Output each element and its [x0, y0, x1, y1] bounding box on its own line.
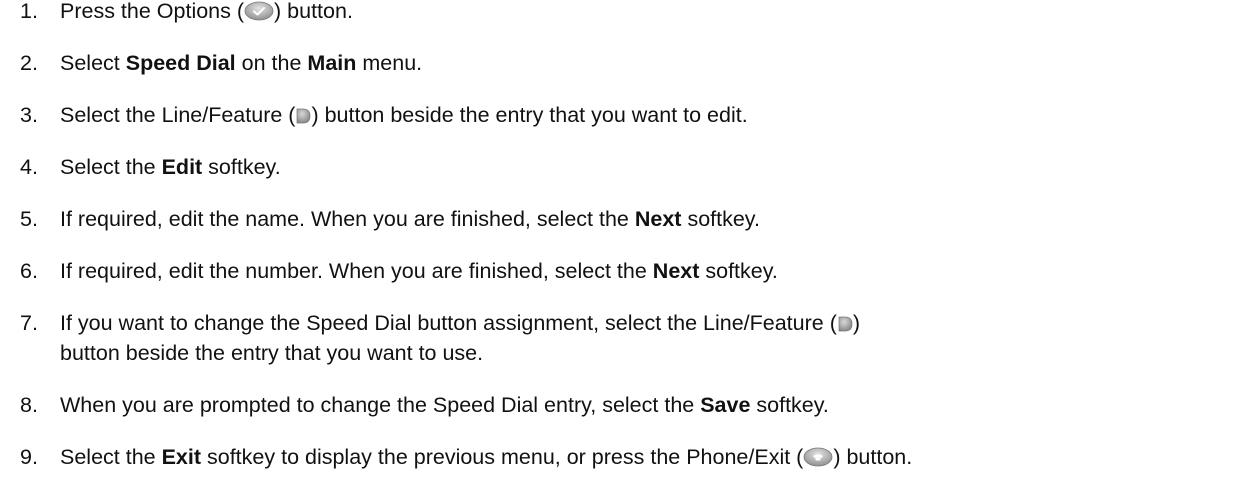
step-number: 6. [20, 259, 38, 283]
step-number: 9. [20, 445, 38, 469]
step-text: Select the Edit softkey. [60, 152, 281, 182]
step-text-segment: Press the Options ( [60, 0, 245, 23]
step-number: 4. [20, 155, 38, 179]
step-text: Select the Exit softkey to display the p… [60, 442, 912, 472]
step-text-segment: If required, edit the name. When you are… [60, 207, 635, 231]
step-text-segment: on the [235, 51, 308, 75]
step-text-segment: Select the [60, 155, 162, 179]
step-text-continuation: button beside the entry that you want to… [60, 341, 484, 365]
step-number: 2. [20, 51, 38, 75]
step-text-segment: softkey to display the previous menu, or… [201, 445, 804, 469]
step-text-segment: Select the Line/Feature ( [60, 103, 296, 127]
line-feature-button-icon [295, 103, 311, 124]
line-feature-button-icon [837, 311, 853, 332]
softkey-label: Exit [161, 445, 202, 469]
softkey-label: Speed Dial [125, 51, 236, 75]
step-text: If required, edit the number. When you a… [60, 256, 778, 286]
step-text: When you are prompted to change the Spee… [60, 390, 829, 420]
step-number: 8. [20, 393, 38, 417]
step-number: 1. [20, 0, 38, 23]
step-text-segment: ) button. [833, 445, 913, 469]
step-text-segment: ) [852, 311, 861, 335]
step-text-segment: If you want to change the Speed Dial but… [60, 311, 837, 335]
step-text-segment: Select the [60, 445, 162, 469]
step-text: Press the Options ( ) button. [60, 0, 353, 26]
step-text-segment: menu. [356, 51, 423, 75]
step-text-segment: softkey. [699, 259, 778, 283]
step-text-segment: softkey. [750, 393, 829, 417]
step-number: 5. [20, 207, 38, 231]
softkey-label: Main [307, 51, 357, 75]
phone-exit-button-icon [803, 445, 833, 467]
step-text: If required, edit the name. When you are… [60, 204, 760, 234]
softkey-label: Next [634, 207, 682, 231]
step-text-segment: When you are prompted to change the Spee… [60, 393, 701, 417]
step-text: If you want to change the Speed Dial but… [60, 308, 860, 368]
options-button-icon [244, 0, 274, 21]
step-text-segment: Select [60, 51, 126, 75]
step-text-segment: If required, edit the number. When you a… [60, 259, 653, 283]
step-text-segment: softkey. [681, 207, 760, 231]
step-number: 3. [20, 103, 38, 127]
softkey-label: Next [652, 259, 700, 283]
softkey-label: Save [700, 393, 751, 417]
step-text: Select the Line/Feature ( ) button beside… [60, 100, 748, 130]
softkey-label: Edit [161, 155, 203, 179]
instruction-steps: 1. Press the Options ( ) button. 2. Select S… [0, 0, 1237, 477]
step-text: Select Speed Dial on the Main menu. [60, 48, 422, 78]
step-text-segment: ) button. [274, 0, 353, 23]
step-number: 7. [20, 311, 38, 335]
step-text-segment: softkey. [202, 155, 281, 179]
step-text-segment: ) button beside the entry that you want … [311, 103, 748, 127]
